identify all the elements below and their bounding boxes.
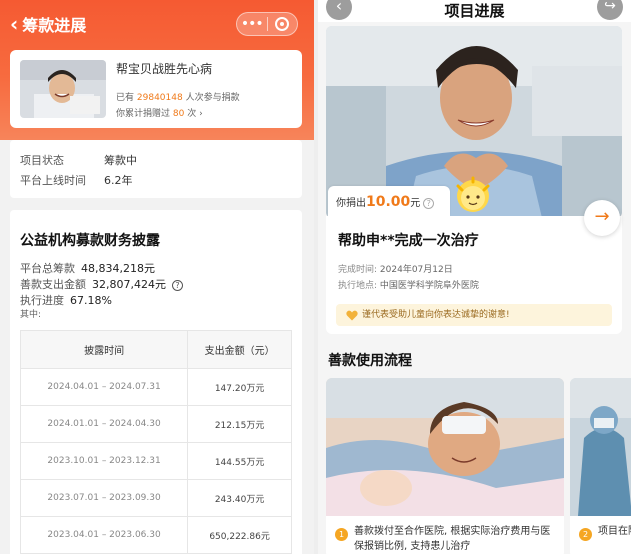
project-card[interactable]: 帮宝贝战胜先心病 已有 29840148 人次参与捐款 你累计捐赠过 80 次 … bbox=[10, 50, 302, 128]
step-number-badge: 1 bbox=[335, 528, 348, 541]
my-donation-count: 80 bbox=[172, 109, 185, 119]
fundraising-progress-panel: ‹ 筹款进展 ••• 帮宝贝战胜先心病 已有 29840148 人次参与捐款 你… bbox=[0, 0, 314, 554]
sun-mascot-icon bbox=[456, 176, 490, 212]
finance-disclosure-card: 公益机构募款财务披露 平台总筹款 48,834,218元 善款支出金额 32,807… bbox=[10, 210, 302, 554]
result-title: 帮助申**完成一次治疗 bbox=[338, 233, 479, 249]
completion-time: 完成时间: 2024年07月12日 bbox=[338, 265, 453, 275]
page-title: 项目进展 bbox=[444, 2, 505, 20]
online-time-row: 平台上线时间 6.2年 bbox=[20, 174, 133, 187]
flow-step-card[interactable]: 2 项目在院方定 bbox=[570, 378, 631, 554]
thanks-text: 谨代表受助儿童向你表达诚挚的谢意! bbox=[362, 310, 510, 320]
donated-amount: 10.00 bbox=[366, 194, 411, 210]
table-header: 披露时间 bbox=[19, 330, 189, 369]
arrow-right-icon[interactable]: → bbox=[584, 200, 620, 236]
donated-amount-pill: 你捐出10.00元? bbox=[328, 186, 450, 216]
project-thumbnail bbox=[20, 60, 106, 118]
table-row: 2023.04.01 – 2023.06.30 650,222.86元 bbox=[19, 516, 292, 554]
table-row: 2024.01.01 – 2024.04.30 212.15万元 bbox=[19, 405, 292, 443]
flow-section-title: 善款使用流程 bbox=[328, 353, 412, 369]
table-row: 2023.07.01 – 2023.09.30 243.40万元 bbox=[19, 479, 292, 517]
table-row: 2024.04.01 – 2024.07.31 147.20万元 bbox=[19, 368, 292, 406]
chevron-left-icon: ‹ bbox=[10, 12, 19, 36]
disclosure-table: 披露时间 支出金额（元） 2024.04.01 – 2024.07.31 147… bbox=[19, 330, 292, 554]
back-button[interactable]: ‹ 筹款进展 bbox=[10, 12, 86, 36]
more-icon[interactable]: ••• bbox=[237, 13, 267, 35]
sub-note: 其中: bbox=[20, 310, 42, 320]
flow-step-card[interactable]: 1 善款拨付至合作医院, 根据实际治疗费用与医保报销比例, 支持患儿治疗 bbox=[326, 378, 564, 554]
info-icon[interactable]: ? bbox=[171, 280, 183, 291]
miniprogram-capsule: ••• bbox=[236, 12, 298, 36]
project-progress-panel: ‹ 项目进展 ↪ 你捐出10.00元? → 帮助申**完成一次治疗 完成时间: … bbox=[318, 0, 631, 554]
execution-location: 执行地点: 中国医学科学院阜外医院 bbox=[338, 281, 479, 291]
flow-step-photo bbox=[326, 378, 564, 516]
step-number-badge: 2 bbox=[579, 528, 592, 541]
close-miniprogram-icon[interactable] bbox=[268, 17, 298, 31]
my-donations-link[interactable]: 你累计捐赠过 80 次 › bbox=[116, 106, 203, 119]
status-card: 项目状态 筹款中 平台上线时间 6.2年 bbox=[10, 140, 302, 198]
table-row: 2023.10.01 – 2023.12.31 144.55万元 bbox=[19, 442, 292, 480]
progress-row: 执行进度 67.18% bbox=[20, 294, 112, 307]
screenshot-root: ‹ 筹款进展 ••• 帮宝贝战胜先心病 已有 29840148 人次参与捐款 你… bbox=[0, 0, 631, 554]
project-state-row: 项目状态 筹款中 bbox=[20, 154, 137, 167]
total-raised-row: 平台总筹款 48,834,218元 bbox=[20, 262, 155, 275]
finance-title: 公益机构募款财务披露 bbox=[20, 233, 160, 249]
flow-step-text: 善款拨付至合作医院, 根据实际治疗费用与医保报销比例, 支持患儿治疗 bbox=[354, 526, 551, 552]
thanks-banner: 谨代表受助儿童向你表达诚挚的谢意! bbox=[336, 304, 612, 326]
result-card: → 帮助申**完成一次治疗 完成时间: 2024年07月12日 执行地点: 中国… bbox=[326, 200, 622, 334]
spent-row: 善款支出金额 32,807,424元? bbox=[20, 276, 183, 292]
participants-summary: 已有 29840148 人次参与捐款 bbox=[116, 93, 240, 103]
chevron-right-icon: › bbox=[199, 109, 203, 119]
table-header: 支出金额（元） bbox=[187, 330, 292, 369]
help-icon[interactable]: ? bbox=[423, 198, 435, 209]
flow-step-text: 项目在院方定 bbox=[598, 526, 631, 537]
heart-icon bbox=[346, 310, 358, 321]
project-name: 帮宝贝战胜先心病 bbox=[116, 62, 213, 76]
page-title: 筹款进展 bbox=[22, 16, 87, 35]
participants-count: 29840148 bbox=[136, 93, 183, 103]
flow-step-photo bbox=[570, 378, 631, 516]
